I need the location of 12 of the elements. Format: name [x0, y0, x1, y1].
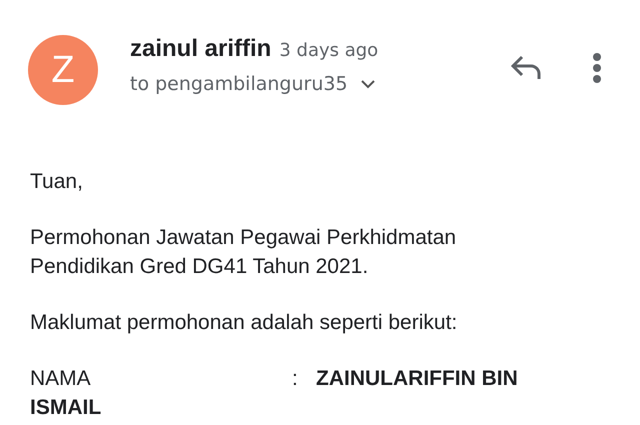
timestamp: 3 days ago [279, 40, 378, 61]
chevron-down-icon[interactable] [360, 79, 376, 89]
reply-icon[interactable] [510, 55, 542, 81]
subject-line: Permohonan Jawatan Pegawai Perkhidmatan [30, 225, 458, 251]
recipient-text: to pengambilanguru35 [130, 73, 348, 95]
intro-text: Maklumat permohonan adalah seperti berikut: [30, 310, 458, 336]
sender-name: zainul ariffin [130, 35, 272, 63]
name-field-text: NAMA : ZAINULARIFFIN BIN ISMAIL [30, 366, 519, 421]
avatar: Z [28, 35, 98, 105]
more-options-icon[interactable] [592, 53, 602, 83]
greeting-text: Tuan, [30, 169, 84, 195]
subject-line: Pendidikan Gred DG41 Tahun 2021. [30, 254, 370, 280]
